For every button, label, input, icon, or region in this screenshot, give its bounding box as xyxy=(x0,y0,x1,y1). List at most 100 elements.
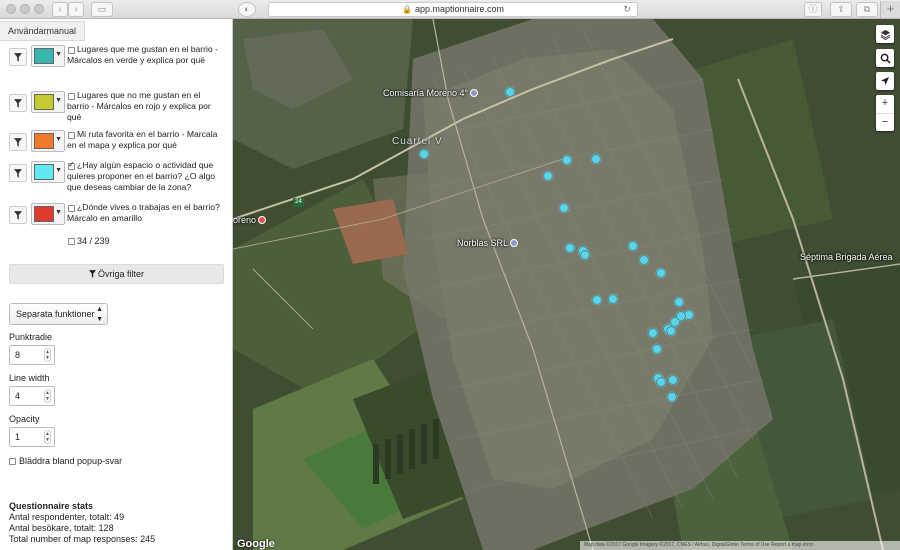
satellite-imagery xyxy=(233,19,900,550)
filter-row: ▼ Lugares que no me gustan en el barrio -… xyxy=(9,90,224,122)
filter-row: ▼ ¿Hay algún espacio o actividad que quie… xyxy=(9,160,224,192)
color-picker[interactable]: ▼ xyxy=(31,45,65,67)
select-all-checkbox[interactable] xyxy=(68,238,75,245)
share-button[interactable]: ⇪ xyxy=(830,2,852,17)
response-count: 34 / 239 xyxy=(77,236,110,246)
response-marker[interactable] xyxy=(505,87,515,97)
point-radius-value: 8 xyxy=(15,350,21,360)
response-marker[interactable] xyxy=(674,297,684,307)
map-view[interactable]: 24 Comisaría Moreno 4° Cuartel V oreno N… xyxy=(233,19,900,550)
police-icon xyxy=(470,89,479,97)
sidebar: Användarmanual ▼ Lugares que me gustan en… xyxy=(0,19,233,550)
map-label-norblas[interactable]: Norblas SRL xyxy=(457,238,519,248)
zoom-window-button[interactable] xyxy=(34,4,44,14)
point-radius-input[interactable]: 8 ▲ ▼ xyxy=(9,345,55,365)
color-picker[interactable]: ▼ xyxy=(31,91,65,113)
close-window-button[interactable] xyxy=(6,4,16,14)
tabs-icon: ⧉ xyxy=(863,4,871,14)
place-icon xyxy=(258,216,267,224)
color-picker[interactable]: ▼ xyxy=(31,130,65,152)
map-label-septima[interactable]: Séptima Brigada Aérea xyxy=(800,252,893,262)
response-marker[interactable] xyxy=(562,155,572,165)
road-shield: 24 xyxy=(293,198,304,207)
response-marker[interactable] xyxy=(656,268,666,278)
sidebar-toggle-button[interactable]: ▭ xyxy=(91,2,113,17)
funnel-icon xyxy=(14,168,22,178)
filter-button[interactable] xyxy=(9,206,27,224)
caret-down-icon: ▼ xyxy=(55,136,62,143)
color-swatch xyxy=(34,206,54,222)
map-label-moreno[interactable]: oreno xyxy=(233,215,267,225)
response-marker[interactable] xyxy=(608,294,618,304)
line-width-input[interactable]: 4 ▲ ▼ xyxy=(9,386,55,406)
address-bar[interactable]: 🔒 app.maptionnaire.com ↻ xyxy=(268,2,638,17)
popup-browse-row: Bläddra bland popup-svar xyxy=(9,456,122,466)
response-marker[interactable] xyxy=(656,377,666,387)
share-icon: ⇪ xyxy=(837,4,845,14)
filter-button[interactable] xyxy=(9,94,27,112)
stats-map-responses: Total number of map responses: 245 xyxy=(9,534,156,544)
response-marker[interactable] xyxy=(648,328,658,338)
filter-button[interactable] xyxy=(9,48,27,66)
stats-title: Questionnaire stats xyxy=(9,501,94,511)
tabs-button[interactable]: ⧉ xyxy=(856,2,878,17)
color-picker[interactable]: ▼ xyxy=(31,203,65,225)
separate-functions-select[interactable]: Separata funktioner ▲ ▼ xyxy=(9,303,108,325)
questionnaire-stats: Questionnaire stats Antal respondenter, … xyxy=(9,501,155,545)
back-button[interactable]: ‹ xyxy=(52,2,68,17)
opacity-label: Opacity xyxy=(9,414,40,424)
funnel-icon xyxy=(14,210,22,220)
stepper-arrows-icon[interactable]: ▲ ▼ xyxy=(44,389,51,403)
shield-button[interactable]: ◐ xyxy=(238,2,256,17)
extension-button[interactable]: ⓘ xyxy=(804,2,822,17)
stepper-arrows-icon[interactable]: ▲ ▼ xyxy=(44,430,51,444)
response-marker[interactable] xyxy=(628,241,638,251)
layers-button[interactable] xyxy=(876,25,894,43)
response-marker[interactable] xyxy=(580,250,590,260)
response-marker[interactable] xyxy=(591,154,601,164)
response-marker[interactable] xyxy=(667,392,677,402)
filter-button[interactable] xyxy=(9,133,27,151)
response-marker[interactable] xyxy=(652,344,662,354)
popup-browse-checkbox[interactable] xyxy=(9,458,16,465)
stepper-arrows-icon[interactable]: ▲ ▼ xyxy=(44,348,51,362)
response-marker[interactable] xyxy=(666,326,676,336)
map-label-comisaria[interactable]: Comisaría Moreno 4° xyxy=(383,88,479,98)
reload-icon[interactable]: ↻ xyxy=(623,3,631,16)
point-radius-label: Punktradie xyxy=(9,332,53,342)
response-marker[interactable] xyxy=(592,295,602,305)
forward-button[interactable]: › xyxy=(68,2,84,17)
response-marker[interactable] xyxy=(559,203,569,213)
lock-icon: 🔒 xyxy=(401,5,412,14)
line-width-value: 4 xyxy=(15,391,21,401)
zoom-out-button[interactable]: − xyxy=(876,113,894,131)
user-manual-tab[interactable]: Användarmanual xyxy=(0,21,86,41)
map-search-button[interactable] xyxy=(876,49,894,67)
color-swatch xyxy=(34,94,54,110)
caret-down-icon: ▼ xyxy=(55,167,62,174)
zoom-in-button[interactable]: + xyxy=(876,95,894,113)
new-tab-button[interactable]: + xyxy=(880,1,900,18)
map-attribution[interactable]: Map data ©2017 Google Imagery ©2017, CNE… xyxy=(580,541,900,550)
response-marker[interactable] xyxy=(565,243,575,253)
business-icon xyxy=(510,239,519,247)
updown-icon: ▲ ▼ xyxy=(96,306,103,323)
response-marker[interactable] xyxy=(543,171,553,181)
color-swatch xyxy=(34,164,54,180)
shield-icon: ◐ xyxy=(244,4,250,14)
other-filters-label: Övriga filter xyxy=(97,269,144,279)
response-marker[interactable] xyxy=(639,255,649,265)
color-picker[interactable]: ▼ xyxy=(31,161,65,183)
location-arrow-icon xyxy=(880,76,890,86)
minimize-window-button[interactable] xyxy=(20,4,30,14)
opacity-input[interactable]: 1 ▲ ▼ xyxy=(9,427,55,447)
response-marker[interactable] xyxy=(668,375,678,385)
response-marker[interactable] xyxy=(419,149,429,159)
stats-visitors: Antal besökare, totalt: 128 xyxy=(9,523,114,533)
filter-button[interactable] xyxy=(9,164,27,182)
layers-icon xyxy=(880,29,890,40)
locate-button[interactable] xyxy=(876,72,894,90)
response-marker[interactable] xyxy=(676,311,686,321)
minus-icon: − xyxy=(881,116,889,128)
other-filters-button[interactable]: Övriga filter xyxy=(9,264,224,284)
